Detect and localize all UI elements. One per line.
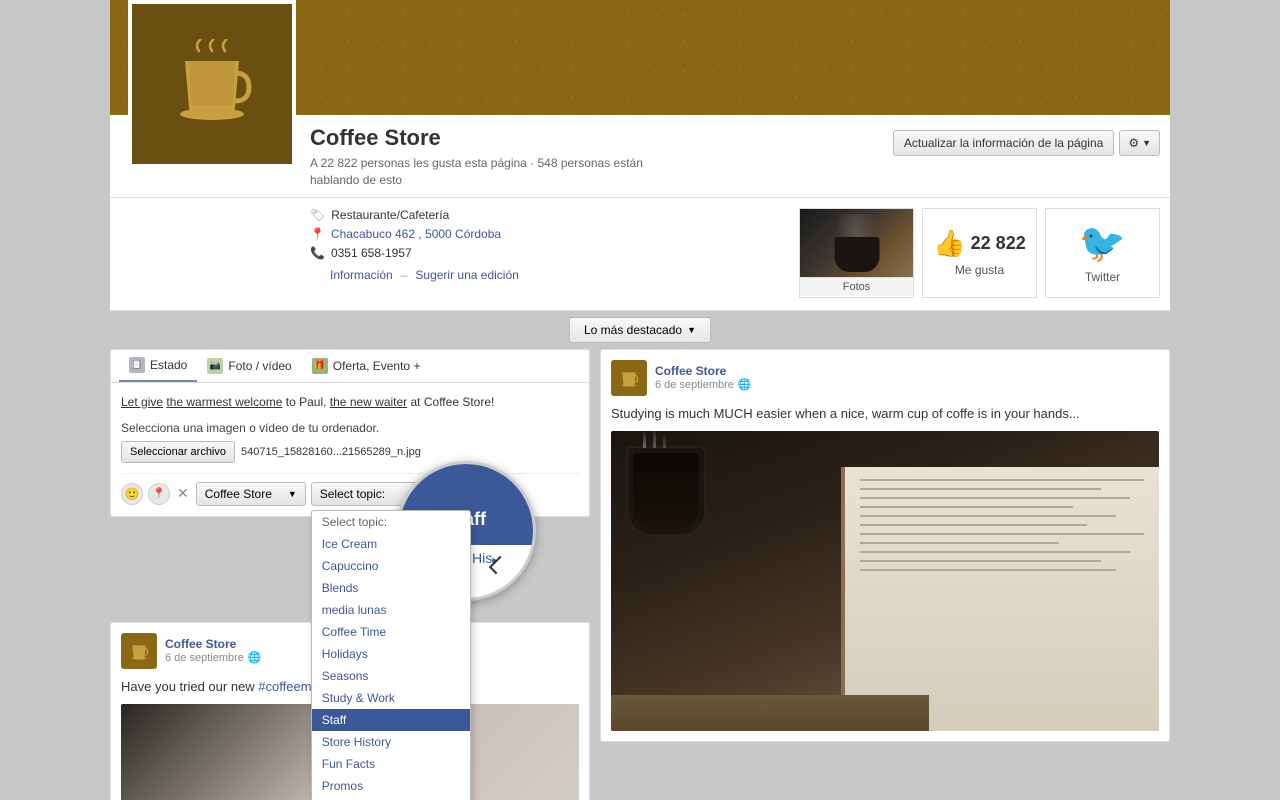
- gear-arrow-icon: ▼: [1142, 138, 1151, 148]
- right-post-author[interactable]: Coffee Store: [655, 364, 752, 378]
- close-button[interactable]: ✕: [175, 485, 191, 502]
- right-post-body: Studying is much MUCH easier when a nice…: [611, 404, 1159, 424]
- filter-button[interactable]: Lo más destacado ▼: [569, 317, 711, 343]
- image-select-label: Selecciona una imagen o vídeo de tu orde…: [121, 421, 579, 435]
- oferta-icon: 🎁: [312, 358, 328, 374]
- tag-dropdown: Coffee Store ▼: [196, 482, 306, 506]
- right-post-avatar: [611, 360, 647, 396]
- right-post-date: 6 de septiembre: [655, 379, 734, 391]
- likes-label: Me gusta: [955, 263, 1004, 277]
- tag-select-button[interactable]: Coffee Store ▼: [196, 482, 306, 506]
- about-section: 🏷 Restaurante/Cafetería 📍 Chacabuco 462 …: [110, 198, 1170, 311]
- filter-arrow-icon: ▼: [687, 325, 696, 335]
- left-post-date: 6 de septiembre: [165, 652, 244, 664]
- estado-icon: 📋: [129, 357, 145, 373]
- about-address[interactable]: Chacabuco 462 , 5000 Córdoba: [331, 227, 501, 241]
- tab-foto[interactable]: 📷 Foto / vídeo: [197, 350, 301, 382]
- about-phone: 0351 658-1957: [331, 246, 412, 260]
- photos-label: Fotos: [800, 277, 913, 296]
- topic-option-staff[interactable]: Staff: [312, 709, 470, 731]
- profile-likes-text: A 22 822 personas les gusta esta página …: [310, 155, 670, 189]
- topic-option-seasons[interactable]: Seasons: [312, 665, 470, 687]
- globe-icon: 🌐: [248, 651, 262, 664]
- likes-panel[interactable]: 👍 22 822 Me gusta: [922, 208, 1037, 298]
- twitter-panel[interactable]: 🐦 Twitter: [1045, 208, 1160, 298]
- pin-icon: 📍: [152, 487, 166, 500]
- x-icon: ✕: [177, 485, 189, 501]
- suggest-edit-link[interactable]: Sugerir una edición: [415, 268, 518, 282]
- likes-count: 22 822: [971, 233, 1026, 254]
- topic-option-store-history[interactable]: Store History: [312, 731, 470, 753]
- right-post-globe-icon: 🌐: [738, 378, 752, 391]
- smiley-button[interactable]: 🙂: [121, 483, 143, 505]
- topic-placeholder: Select topic:: [320, 487, 385, 501]
- composer-tabs: 📋 Estado 📷 Foto / vídeo 🎁 Oferta, Evento…: [111, 350, 589, 383]
- select-file-button[interactable]: Seleccionar archivo: [121, 441, 235, 463]
- topic-option-study-work[interactable]: Study & Work: [312, 687, 470, 709]
- left-post-avatar: [121, 633, 157, 669]
- filter-label: Lo más destacado: [584, 323, 682, 337]
- topic-option-capuccino[interactable]: Capuccino: [312, 555, 470, 577]
- update-page-button[interactable]: Actualizar la información de la página: [893, 130, 1114, 156]
- like-thumb-icon: 👍: [933, 228, 965, 259]
- coffee-cup-icon: [167, 39, 257, 129]
- info-link[interactable]: Información: [330, 268, 393, 282]
- tag-value: Coffee Store: [205, 487, 272, 501]
- gear-menu-button[interactable]: ⚙ ▼: [1119, 130, 1160, 156]
- photo-preview: [800, 209, 913, 277]
- tab-foto-label: Foto / vídeo: [228, 359, 291, 373]
- topic-option-holidays[interactable]: Holidays: [312, 643, 470, 665]
- photos-panel[interactable]: Fotos: [799, 208, 914, 298]
- left-post-author[interactable]: Coffee Store: [165, 637, 262, 651]
- tab-estado-label: Estado: [150, 358, 187, 372]
- location-icon: 📍: [310, 227, 325, 241]
- about-info: 🏷 Restaurante/Cafetería 📍 Chacabuco 462 …: [310, 208, 519, 282]
- about-category: Restaurante/Cafetería: [331, 208, 449, 222]
- topic-option-coffee[interactable]: Coffee: [312, 797, 470, 800]
- topic-dropdown-menu: Select topic: Ice Cream Capuccino Blends…: [311, 510, 471, 800]
- topic-option-promos[interactable]: Promos: [312, 775, 470, 797]
- tab-estado[interactable]: 📋 Estado: [119, 350, 197, 382]
- tag-arrow-icon: ▼: [288, 489, 297, 499]
- topic-option-blends[interactable]: Blends: [312, 577, 470, 599]
- twitter-bird-icon: 🐦: [1079, 222, 1126, 266]
- profile-photo: [128, 0, 296, 168]
- topic-option-placeholder[interactable]: Select topic:: [312, 511, 470, 533]
- topic-option-media-lunas[interactable]: media lunas: [312, 599, 470, 621]
- topic-option-ice-cream[interactable]: Ice Cream: [312, 533, 470, 555]
- profile-name: Coffee Store: [310, 125, 670, 151]
- category-icon: 🏷: [310, 208, 325, 222]
- topic-option-fun-facts[interactable]: Fun Facts: [312, 753, 470, 775]
- tab-oferta-label: Oferta, Evento +: [333, 359, 421, 373]
- twitter-label: Twitter: [1085, 270, 1120, 284]
- post-composer: 📋 Estado 📷 Foto / vídeo 🎁 Oferta, Evento…: [110, 349, 590, 517]
- gear-icon: ⚙: [1128, 136, 1139, 150]
- tab-oferta[interactable]: 🎁 Oferta, Evento +: [302, 350, 431, 382]
- topic-option-coffee-time[interactable]: Coffee Time: [312, 621, 470, 643]
- foto-icon: 📷: [207, 358, 223, 374]
- phone-icon: 📞: [310, 246, 325, 260]
- smiley-icon: 🙂: [125, 487, 140, 501]
- right-post-image: [611, 431, 1159, 731]
- file-name-display: 540715_15828160...21565289_n.jpg: [241, 446, 421, 458]
- location-button[interactable]: 📍: [148, 483, 170, 505]
- right-post-card: Coffee Store 6 de septiembre 🌐 Studying …: [600, 349, 1170, 743]
- post-text-preview: Let give the warmest welcome to Paul, th…: [121, 393, 579, 411]
